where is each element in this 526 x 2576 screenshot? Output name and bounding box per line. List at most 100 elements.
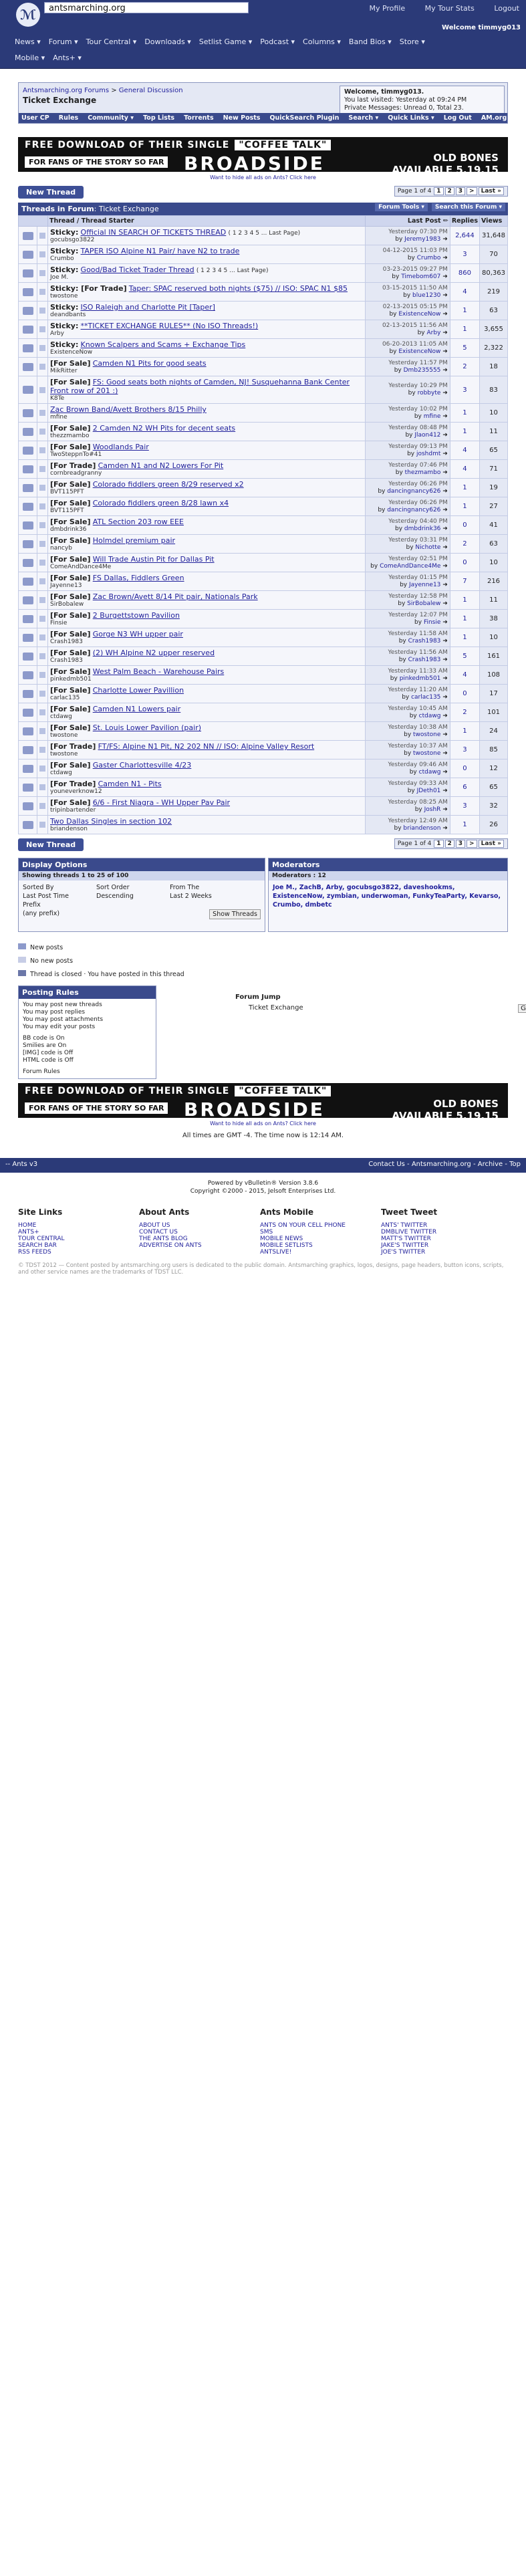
- thread-title-link[interactable]: 2 Camden N2 WH Pits for decent seats: [93, 424, 235, 433]
- thread-starter[interactable]: ctdawg: [50, 770, 363, 776]
- reply-count[interactable]: 860: [449, 263, 481, 283]
- subnav-search[interactable]: Search ▾: [348, 114, 378, 122]
- footer-link[interactable]: SEARCH BAR: [18, 1242, 57, 1249]
- forum-jump-go-button[interactable]: Go: [518, 1004, 526, 1013]
- last-post-user[interactable]: Finsie: [424, 619, 440, 626]
- thread-title-link[interactable]: FS Dallas, Fiddlers Green: [93, 574, 184, 582]
- reply-count[interactable]: 1: [449, 422, 481, 441]
- hide-ads-link-bottom[interactable]: Want to hide all ads on Ants? Click here: [210, 1121, 316, 1127]
- thread-title-link[interactable]: Camden N1 - Pits: [98, 780, 162, 788]
- thread-starter[interactable]: Crumbo: [50, 255, 363, 262]
- subnav-amorg[interactable]: AM.org: [481, 114, 507, 122]
- reply-count[interactable]: 1: [449, 320, 481, 339]
- col-last-post[interactable]: Last Post ✏: [364, 215, 450, 227]
- reply-count[interactable]: 1: [449, 478, 481, 497]
- col-thread[interactable]: Thread / Thread Starter: [47, 215, 366, 227]
- nav-setlist-game[interactable]: Setlist Game ▾: [199, 37, 252, 46]
- reply-count[interactable]: 4: [449, 459, 481, 479]
- last-post-user[interactable]: pinkedmb501: [400, 675, 441, 682]
- last-post-user[interactable]: carlac135: [411, 694, 440, 701]
- reply-count[interactable]: 1: [449, 721, 481, 741]
- last-post-user[interactable]: JoshR: [424, 806, 441, 813]
- last-post-user[interactable]: ComeAndDance4Me: [380, 563, 440, 570]
- reply-count[interactable]: 1: [449, 301, 481, 320]
- last-post-user[interactable]: blue1230: [412, 292, 440, 299]
- private-messages-link[interactable]: Private Messages: Unread 0, Total 23.: [344, 104, 500, 112]
- last-post-user[interactable]: Timebom607: [401, 273, 440, 280]
- go-last-post-icon[interactable]: ➜: [442, 469, 448, 476]
- go-last-post-icon[interactable]: ➜: [442, 432, 448, 439]
- footer-link[interactable]: CONTACT US: [139, 1229, 178, 1236]
- footer-link[interactable]: ANTS' TWITTER: [381, 1222, 427, 1229]
- footer-link[interactable]: TOUR CENTRAL: [18, 1236, 65, 1242]
- reply-count[interactable]: 1: [449, 609, 481, 628]
- forum-jump-select[interactable]: Ticket Exchange: [249, 1004, 303, 1012]
- last-post-user[interactable]: briandenson: [403, 825, 440, 832]
- search-forum-menu[interactable]: Search this Forum ▾: [431, 203, 505, 211]
- go-last-post-icon[interactable]: ➜: [442, 488, 448, 495]
- thread-starter[interactable]: deandbants: [50, 312, 363, 318]
- thread-title-link[interactable]: Gorge N3 WH upper pair: [93, 630, 183, 638]
- go-last-post-icon[interactable]: ➜: [442, 507, 448, 513]
- thread-starter[interactable]: K8Te: [50, 395, 363, 402]
- thread-title-link[interactable]: West Palm Beach - Warehouse Pairs: [93, 667, 225, 676]
- go-last-post-icon[interactable]: ➜: [442, 600, 448, 607]
- go-last-post-icon[interactable]: ➜: [442, 675, 448, 682]
- thread-starter[interactable]: gocubsgo3822: [50, 237, 363, 243]
- reply-count[interactable]: 7: [449, 572, 481, 591]
- thread-title-link[interactable]: FS: Good seats both nights of Camden, NJ…: [50, 378, 350, 395]
- reply-count[interactable]: 1: [449, 815, 481, 834]
- hide-ads-link[interactable]: Want to hide all ads on Ants? Click here: [210, 174, 316, 181]
- last-post-user[interactable]: dmbdrink36: [404, 525, 440, 532]
- subnav-user-cp[interactable]: User CP: [21, 114, 49, 122]
- last-post-user[interactable]: ctdawg: [419, 769, 441, 776]
- thread-starter[interactable]: Crash1983: [50, 638, 363, 645]
- thread-title-link[interactable]: Gaster Charlottesville 4/23: [93, 761, 192, 770]
- thread-starter[interactable]: Joe M.: [50, 274, 363, 281]
- footer-link[interactable]: ABOUT US: [139, 1222, 170, 1229]
- reply-count[interactable]: 4: [449, 441, 481, 460]
- go-last-post-icon[interactable]: ➜: [442, 330, 448, 336]
- footer-link[interactable]: ANTS+: [18, 1229, 39, 1236]
- last-post-user[interactable]: ExistenceNow: [398, 348, 440, 355]
- footer-link[interactable]: JOE'S TWITTER: [381, 1249, 425, 1256]
- reply-count[interactable]: 4: [449, 282, 481, 302]
- footer-link[interactable]: DMBLIVE TWITTER: [381, 1229, 436, 1236]
- thread-title-link[interactable]: ISO Raleigh and Charlotte Pit [Taper]: [81, 303, 215, 312]
- thread-title-link[interactable]: 2 Burgettstown Pavilion: [93, 611, 180, 620]
- thread-starter[interactable]: Crash1983: [50, 657, 363, 664]
- subnav-rules[interactable]: Rules: [59, 114, 78, 122]
- go-last-post-icon[interactable]: ➜: [442, 451, 448, 457]
- last-post-user[interactable]: joshdmt: [416, 451, 440, 457]
- footer-link[interactable]: MATT'S TWITTER: [381, 1236, 431, 1242]
- thread-title-link[interactable]: Zac Brown/Avett 8/14 Pit pair, Nationals…: [93, 592, 258, 601]
- last-post-user[interactable]: SirBobalew: [407, 600, 440, 607]
- nav-news[interactable]: News ▾: [15, 37, 41, 46]
- ad-banner[interactable]: FREE DOWNLOAD OF THEIR SINGLE "COFFEE TAL…: [18, 137, 508, 172]
- last-post-user[interactable]: dancingnancy626: [387, 488, 440, 495]
- thread-starter[interactable]: BVT115PFT: [50, 507, 363, 514]
- reply-count[interactable]: 3: [449, 796, 481, 816]
- site-title[interactable]: antsmarching.org: [44, 2, 249, 13]
- footer-link[interactable]: SMS: [260, 1229, 273, 1236]
- reply-count[interactable]: 4: [449, 665, 481, 685]
- go-last-post-icon[interactable]: ➜: [442, 348, 448, 355]
- thread-title-link[interactable]: ATL Section 203 row EEE: [93, 517, 184, 526]
- last-post-user[interactable]: Crash1983: [408, 657, 441, 663]
- thread-title-link[interactable]: Charlotte Lower Pavillion: [93, 686, 184, 695]
- go-last-post-icon[interactable]: ➜: [442, 255, 448, 261]
- last-post-user[interactable]: robbyte: [418, 390, 441, 396]
- reply-count[interactable]: 0: [449, 515, 481, 535]
- go-last-post-icon[interactable]: ➜: [442, 750, 448, 757]
- footer-link[interactable]: MOBILE NEWS: [260, 1236, 303, 1242]
- reply-count[interactable]: 1: [449, 403, 481, 423]
- thread-title-link[interactable]: Two Dallas Singles in section 102: [50, 817, 172, 826]
- go-last-post-icon[interactable]: ➜: [442, 311, 448, 318]
- thread-starter[interactable]: youneverknow12: [50, 788, 363, 795]
- go-last-post-icon[interactable]: ➜: [442, 413, 448, 420]
- col-replies[interactable]: Replies: [449, 215, 481, 227]
- thread-starter[interactable]: ctdawg: [50, 713, 363, 720]
- nav-columns[interactable]: Columns ▾: [303, 37, 341, 46]
- go-last-post-icon[interactable]: ➜: [442, 582, 448, 588]
- go-last-post-icon[interactable]: ➜: [442, 657, 448, 663]
